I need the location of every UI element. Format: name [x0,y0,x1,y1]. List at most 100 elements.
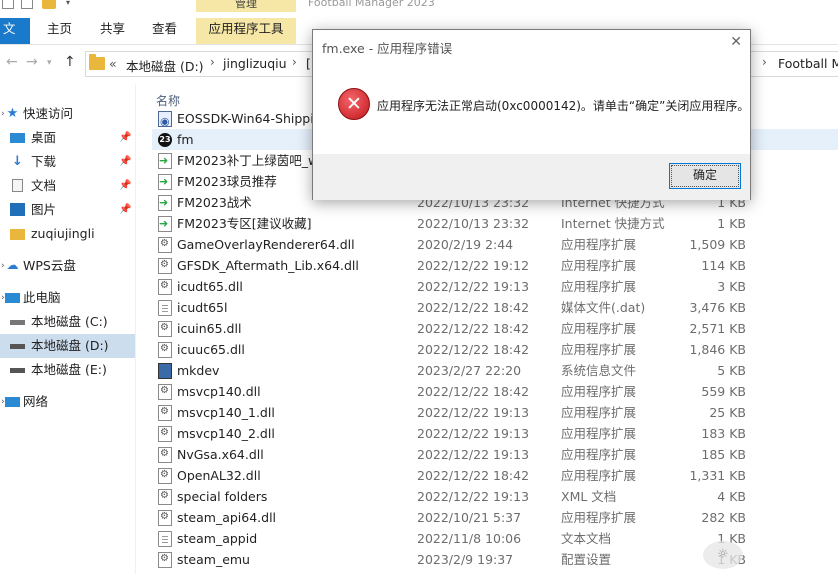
sidebar-item-quick-access[interactable]: › ★ 快速访问 [0,102,135,126]
gear-doc-icon [158,258,172,274]
breadcrumb-overflow[interactable]: « [109,56,117,71]
tab-file[interactable]: 文件 [0,18,30,58]
breadcrumb-separator-icon[interactable]: › [210,55,215,69]
fm-icon: 23 [158,133,172,147]
recent-locations-chevron-icon[interactable]: ▾ [47,58,52,68]
sidebar-item-label: 桌面 [31,130,57,145]
sidebar-item-drive-e[interactable]: 本地磁盘 (E:) [0,358,135,382]
file-name: icudt65l [177,300,228,315]
pin-icon[interactable]: 📌 [119,174,131,198]
file-size: 559 KB [701,384,746,399]
file-row[interactable]: icudt65l 2022/12/22 18:42 媒体文件(.dat) 3,476 … [152,297,838,318]
file-type: 配置设置 [561,552,612,567]
close-icon[interactable]: ✕ [730,34,742,50]
gear-doc-icon [158,342,172,358]
file-size: 282 KB [701,510,746,525]
file-name: special folders [177,489,268,504]
quick-access-box-icon[interactable] [2,0,14,9]
breadcrumb-separator-icon[interactable]: › [292,55,297,69]
sidebar-item-this-pc[interactable]: › 此电脑 [0,286,135,310]
pin-icon[interactable]: 📌 [119,126,131,150]
breadcrumb-football-manager[interactable]: Football M [778,56,838,71]
file-row[interactable]: icuuc65.dll 2022/12/22 18:42 应用程序扩展 1,846 K… [152,339,838,360]
up-arrow-icon[interactable]: ↑ [64,54,76,70]
pin-icon[interactable]: 📌 [119,198,131,222]
file-row[interactable]: icuin65.dll 2022/12/22 18:42 应用程序扩展 2,571 K… [152,318,838,339]
sidebar-item-drive-c[interactable]: 本地磁盘 (C:) [0,310,135,334]
gear-doc-icon [158,552,172,568]
quick-access-folder-icon[interactable] [42,0,56,9]
sidebar-item-zuqiujingli[interactable]: zuqiujingli [0,222,135,246]
file-name: FM2023战术 [177,195,252,210]
breadcrumb-separator-icon[interactable]: › [762,55,767,69]
gear-doc-icon [158,426,172,442]
cloud-icon: ☁ [6,258,19,272]
file-date: 2022/12/22 19:13 [417,447,530,462]
file-type: 应用程序扩展 [561,384,637,399]
sidebar-item-downloads[interactable]: ↓ 下载 📌 [0,150,135,174]
file-type: XML 文档 [561,489,617,504]
quick-access-dropdown-icon[interactable]: ▾ [66,0,70,7]
file-size: 1,509 KB [689,237,746,252]
navigation-pane: › ★ 快速访问 桌面 📌 ↓ 下载 📌 文档 📌 图片 📌 zuqiujing… [0,84,135,574]
file-row[interactable]: NvGsa.x64.dll 2022/12/22 19:13 应用程序扩展 185 K… [152,444,838,465]
sidebar-item-documents[interactable]: 文档 📌 [0,174,135,198]
file-date: 2022/12/22 18:42 [417,342,530,357]
file-type: 应用程序扩展 [561,447,637,462]
sidebar-item-network[interactable]: › 网络 [0,390,135,414]
file-row[interactable]: msvcp140_2.dll 2022/12/22 19:13 应用程序扩展 183 … [152,423,838,444]
desktop-icon [10,133,25,143]
folder-icon [10,229,25,240]
doc-icon [158,531,172,547]
file-date: 2023/2/27 22:20 [417,363,522,378]
sidebar-item-pictures[interactable]: 图片 📌 [0,198,135,222]
file-name: steam_api64.dll [177,510,277,525]
tab-home[interactable]: 主页 [37,18,82,44]
file-row[interactable]: msvcp140.dll 2022/12/22 18:42 应用程序扩展 559 KB [152,381,838,402]
forward-arrow-icon[interactable]: → [26,54,38,70]
url-icon [158,153,172,169]
drive-icon [10,320,25,325]
sidebar-item-label: 本地磁盘 (D:) [31,338,109,353]
file-date: 2022/12/22 18:42 [417,321,530,336]
file-date: 2022/12/22 19:12 [417,258,530,273]
file-type: 应用程序扩展 [561,258,637,273]
file-row[interactable]: GFSDK_Aftermath_Lib.x64.dll 2022/12/22 19… [152,255,838,276]
breadcrumb-jinglizuqiu[interactable]: jinglizuqiu [223,56,287,71]
ok-button[interactable]: 确定 [669,163,741,189]
file-date: 2022/12/22 18:42 [417,384,530,399]
breadcrumb-drive-d[interactable]: 本地磁盘 (D:) [126,56,204,75]
breadcrumb-game-folder[interactable]: [ [306,56,311,71]
computer-icon [5,293,20,303]
file-date: 2022/12/22 19:13 [417,405,530,420]
dialog-footer: 确定 [313,154,750,200]
tab-share[interactable]: 共享 [90,18,135,44]
sidebar-item-drive-d[interactable]: 本地磁盘 (D:) [0,334,135,358]
error-message: 应用程序无法正常启动(0xc0000142)。请单击“确定”关闭应用程序。 [377,99,750,113]
file-row[interactable]: mkdev 2023/2/27 22:20 系统信息文件 5 KB [152,360,838,381]
gear-doc-icon [158,279,172,295]
tab-view[interactable]: 查看 [142,18,187,44]
gear-doc-icon [158,384,172,400]
sidebar-item-wps-cloud[interactable]: › ☁ WPS云盘 [0,254,135,278]
sidebar-item-desktop[interactable]: 桌面 📌 [0,126,135,150]
quick-access-checkbox-icon[interactable] [21,0,33,9]
back-arrow-icon[interactable]: ← [6,54,18,70]
file-row[interactable]: GameOverlayRenderer64.dll 2020/2/19 2:44 应… [152,234,838,255]
file-row[interactable]: msvcp140_1.dll 2022/12/22 19:13 应用程序扩展 25 K… [152,402,838,423]
file-row[interactable]: steam_api64.dll 2022/10/21 5:37 应用程序扩展 282 … [152,507,838,528]
document-icon [12,179,23,192]
exe-icon [158,111,172,132]
sidebar-item-label: 图片 [31,202,57,217]
file-row[interactable]: FM2023专区[建议收藏] 2022/10/13 23:32 Internet 快… [152,213,838,234]
error-dialog: fm.exe - 应用程序错误 ✕ ✕ 应用程序无法正常启动(0xc000014… [312,29,751,200]
file-date: 2023/2/9 19:37 [417,552,514,567]
sidebar-item-label: 快速访问 [23,106,74,121]
file-row[interactable]: icudt65.dll 2022/12/22 19:13 应用程序扩展 3 KB [152,276,838,297]
file-row[interactable]: special folders 2022/12/22 19:13 XML 文档 4 K… [152,486,838,507]
file-row[interactable]: OpenAL32.dll 2022/12/22 18:42 应用程序扩展 1,331 … [152,465,838,486]
gear-doc-icon [158,237,172,253]
tab-application-tools[interactable]: 应用程序工具 [196,18,296,44]
pin-icon[interactable]: 📌 [119,150,131,174]
column-header-name[interactable]: 名称 [156,92,180,109]
